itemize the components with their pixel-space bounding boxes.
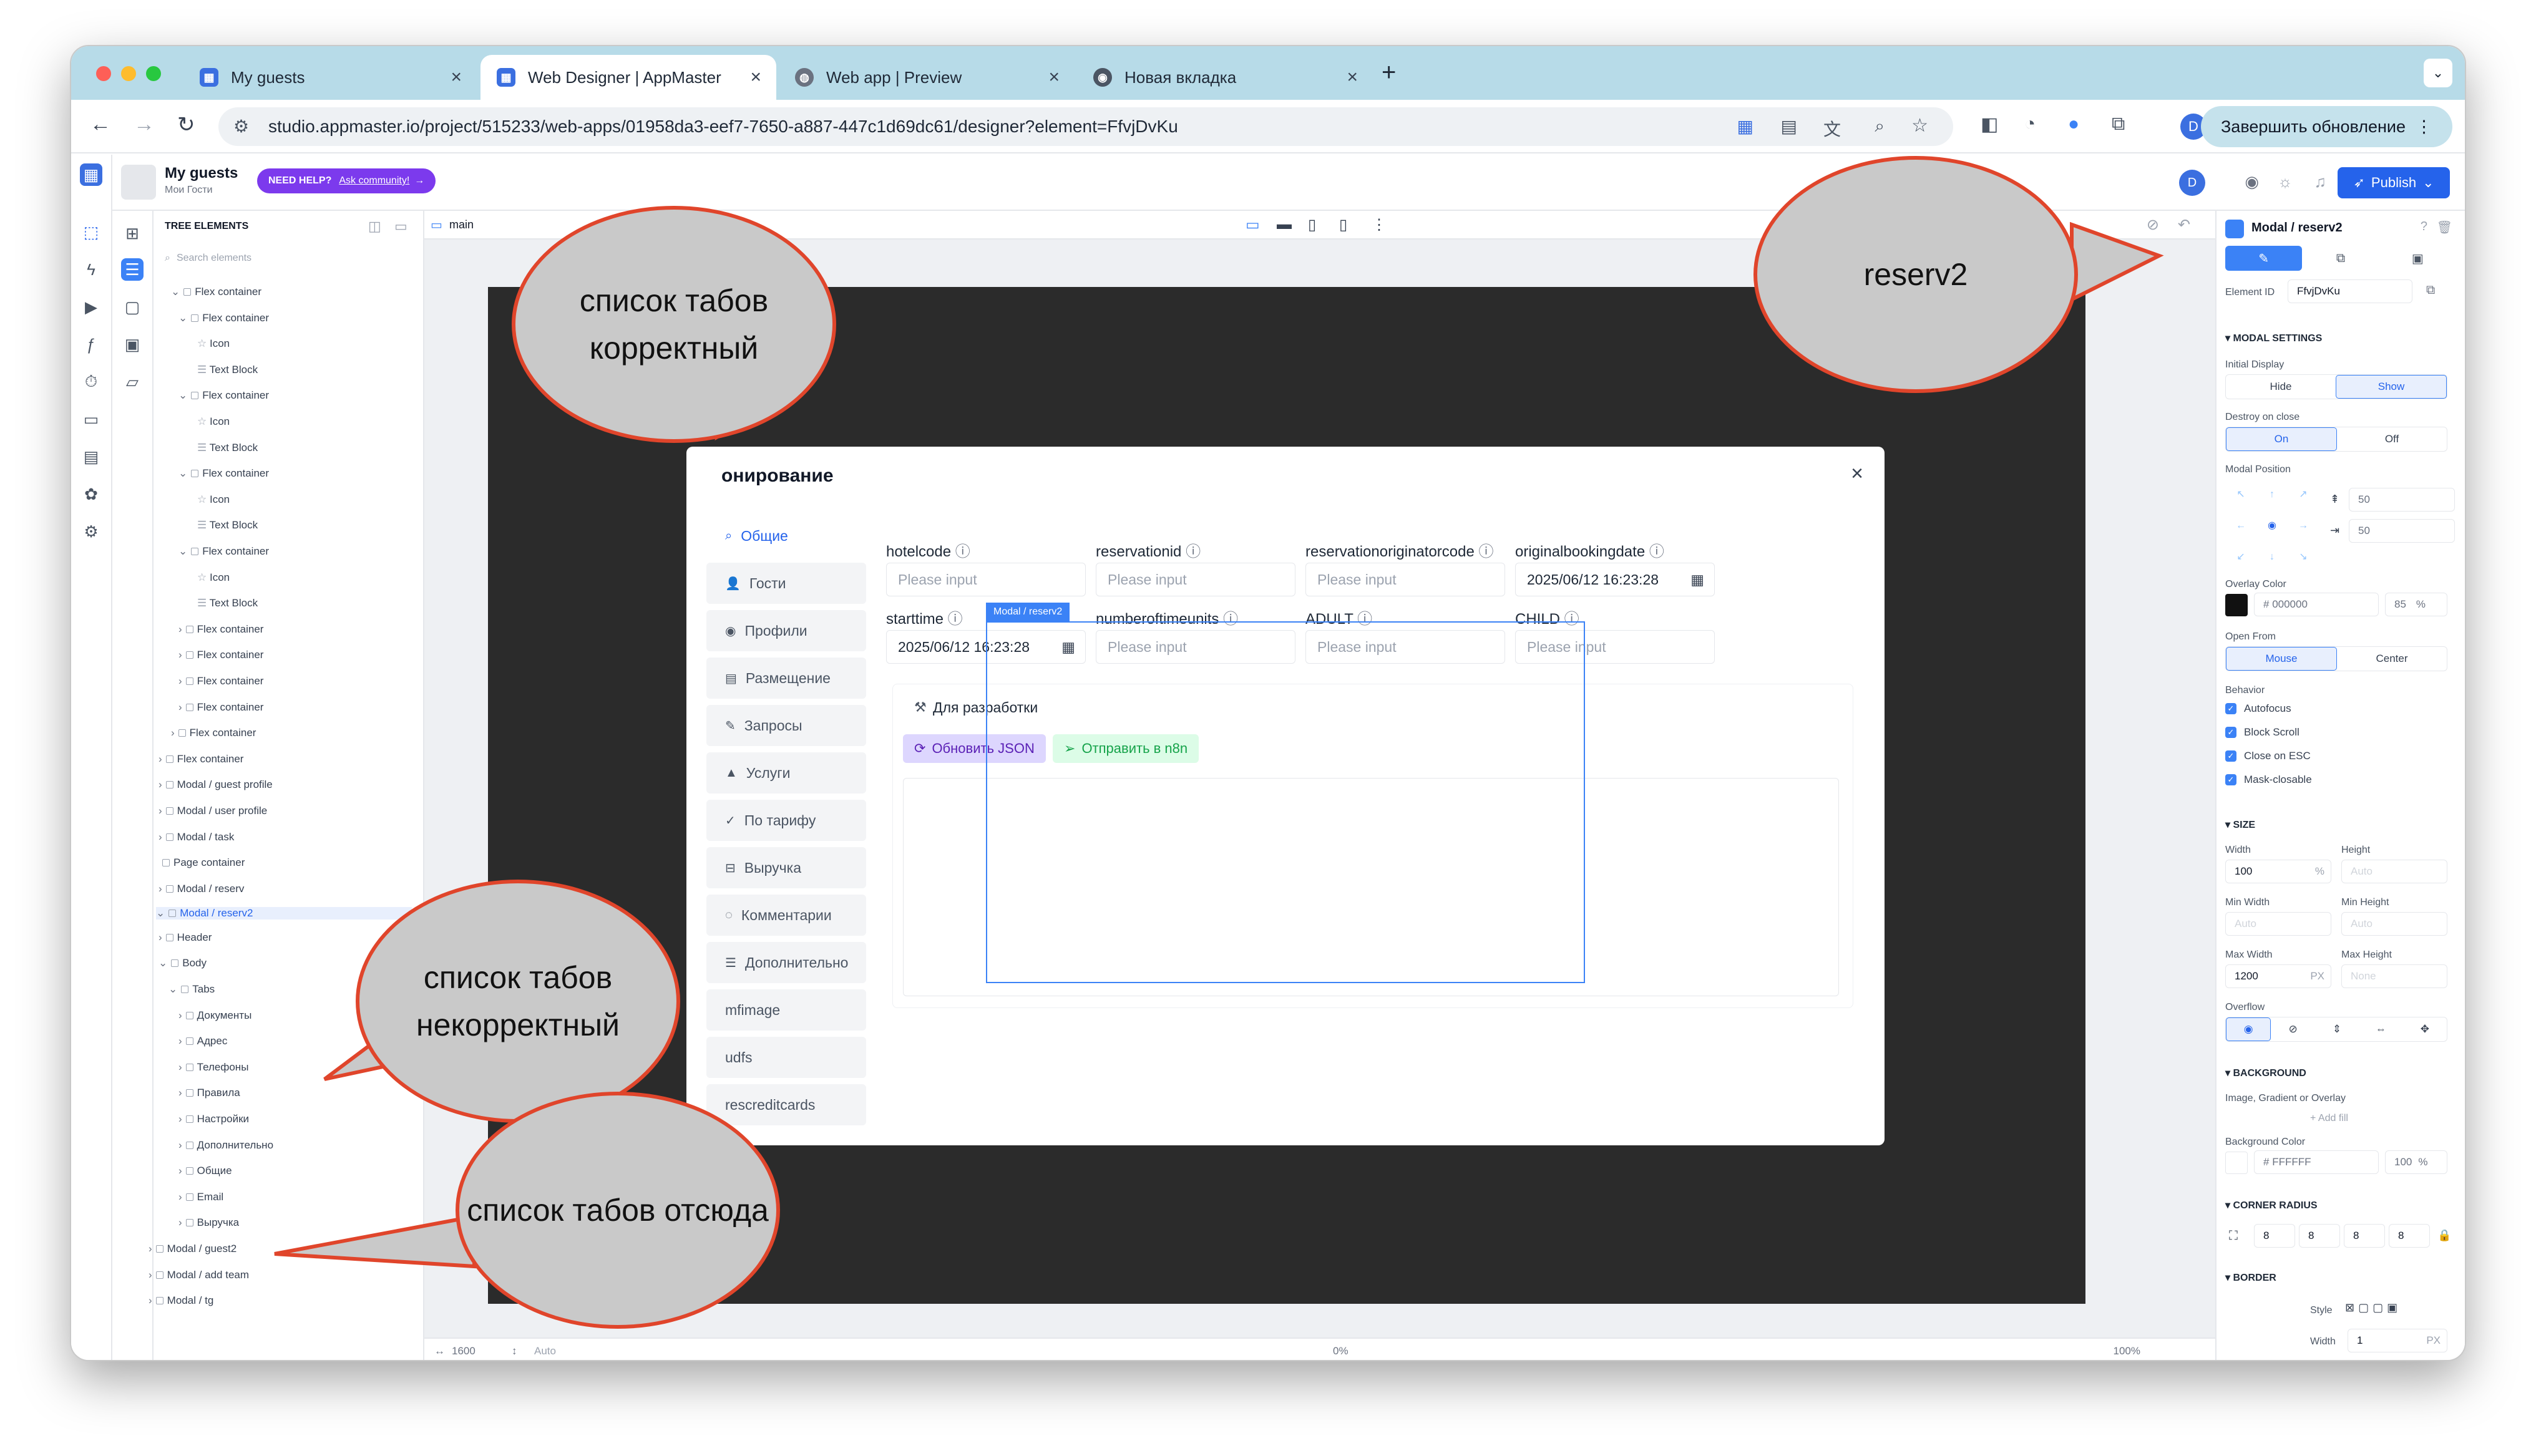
- callout-correct: список табов корректный: [512, 206, 836, 443]
- callout-tail-reserv2: [2070, 221, 2164, 303]
- callout-tails: [274, 221, 2164, 1269]
- callout-from-here: список табов отсюда: [456, 1092, 780, 1329]
- callout-tail-from-here: [274, 1214, 476, 1269]
- callout-reserv2: reserv2: [1753, 156, 2078, 393]
- callout-incorrect: список табов некорректный: [356, 880, 680, 1123]
